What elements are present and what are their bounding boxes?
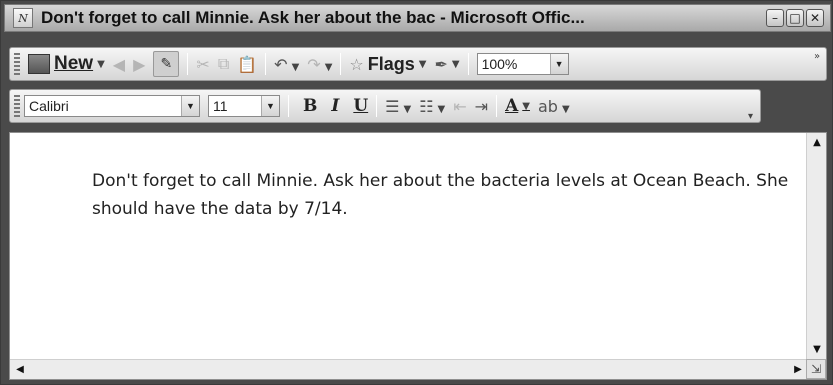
italic-button[interactable]: I: [331, 96, 339, 116]
forward-icon[interactable]: ▶: [133, 55, 145, 74]
toolbar-options-icon[interactable]: »: [814, 52, 824, 62]
scroll-down-icon[interactable]: ▼: [807, 340, 827, 360]
decrease-indent-icon[interactable]: ⇤: [453, 97, 466, 116]
zoom-value: 100%: [481, 56, 518, 72]
scroll-left-icon[interactable]: ◀: [10, 360, 30, 380]
toolbar-grip[interactable]: [14, 53, 20, 75]
pen-button[interactable]: ✒ ▼: [434, 55, 459, 74]
new-label: New: [54, 53, 94, 74]
chevron-down-icon[interactable]: ▼: [419, 59, 427, 70]
window-title: Don't forget to call Minnie. Ask her abo…: [41, 8, 585, 27]
bullets-icon[interactable]: ☰ ▼: [385, 97, 411, 116]
highlight-icon[interactable]: ab ▼: [538, 97, 570, 116]
toolbar-separator: [496, 95, 498, 117]
minimize-button[interactable]: –: [766, 9, 784, 27]
undo-icon[interactable]: ↶ ▼: [274, 55, 299, 74]
scroll-up-icon[interactable]: ▲: [807, 133, 827, 153]
font-name-value: Calibri: [29, 98, 69, 114]
toolbar-separator: [288, 95, 289, 117]
toolbar-options-icon[interactable]: ▾: [748, 112, 758, 122]
pen-icon: ✒: [434, 54, 448, 74]
flags-label: Flags: [367, 53, 415, 74]
note-window: N Don't forget to call Minnie. Ask her a…: [0, 0, 833, 385]
toolbar-separator: [265, 53, 267, 75]
bold-button[interactable]: B: [303, 96, 317, 116]
chevron-down-icon[interactable]: ▼: [97, 59, 105, 70]
title-bar[interactable]: N Don't forget to call Minnie. Ask her a…: [4, 4, 831, 32]
cut-icon[interactable]: ✂: [196, 55, 209, 74]
redo-icon[interactable]: ↷ ▼: [307, 55, 332, 74]
font-name-select[interactable]: Calibri ▼: [24, 95, 200, 117]
close-button[interactable]: ✕: [806, 9, 824, 27]
font-size-select[interactable]: 11 ▼: [208, 95, 280, 117]
chevron-down-icon[interactable]: ▼: [549, 54, 568, 74]
window-controls: – □ ✕: [766, 9, 824, 27]
copy-icon[interactable]: ⧉: [218, 54, 229, 74]
chevron-down-icon[interactable]: ▼: [452, 59, 460, 70]
vertical-scrollbar[interactable]: ▲ ▼: [806, 133, 826, 360]
new-button[interactable]: New ▼: [28, 53, 105, 75]
flags-button[interactable]: ☆ Flags ▼: [349, 54, 426, 75]
numbering-icon[interactable]: ☷ ▼: [419, 97, 445, 116]
scroll-right-icon[interactable]: ▶: [788, 360, 808, 380]
back-icon[interactable]: ◀: [113, 55, 125, 74]
resize-corner-icon[interactable]: ⇲: [806, 359, 826, 379]
font-size-value: 11: [213, 98, 228, 114]
chevron-down-icon[interactable]: ▼: [181, 96, 199, 116]
formatting-toolbar: Calibri ▼ 11 ▼ B I U ☰ ▼ ☷ ▼ ⇤ ⇥ A ▼ ab ▼ ▾: [9, 89, 761, 123]
toolbar-separator: [340, 53, 342, 75]
chevron-down-icon[interactable]: ▼: [261, 96, 279, 116]
note-body[interactable]: Don't forget to call Minnie. Ask her abo…: [9, 132, 827, 380]
increase-indent-icon[interactable]: ⇥: [475, 97, 488, 116]
toolbar-grip[interactable]: [14, 95, 20, 117]
toolbar-separator: [376, 95, 378, 117]
toolbar-separator: [187, 53, 189, 75]
underline-button[interactable]: U: [353, 96, 368, 116]
flag-icon: ☆: [349, 54, 364, 74]
horizontal-scrollbar[interactable]: ◀ ▶: [10, 359, 808, 379]
note-icon: [28, 54, 50, 74]
standard-toolbar: New ▼ ◀ ▶ ✎ ✂ ⧉ 📋 ↶ ▼ ↷ ▼ ☆ Flags ▼ ✒ ▼ 10…: [9, 47, 827, 81]
onenote-icon: N: [13, 8, 33, 28]
maximize-button[interactable]: □: [786, 9, 804, 27]
zoom-select[interactable]: 100% ▼: [476, 53, 569, 75]
note-text[interactable]: Don't forget to call Minnie. Ask her abo…: [92, 167, 792, 223]
paste-icon[interactable]: 📋: [237, 55, 257, 74]
toolbar-separator: [467, 53, 469, 75]
pushpin-icon[interactable]: ✎: [153, 51, 180, 77]
font-color-icon[interactable]: A ▼: [505, 96, 530, 116]
